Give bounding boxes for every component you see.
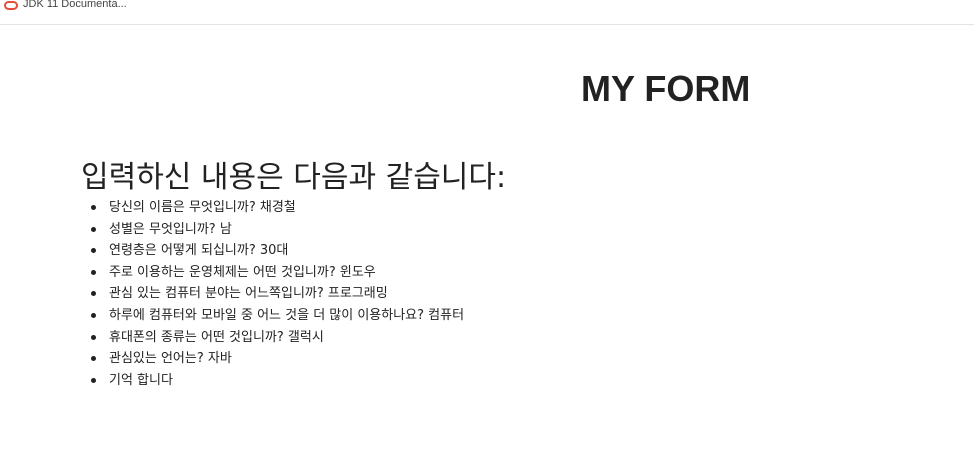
list-item: 휴대폰의 종류는 어떤 것입니까? 갤럭시 bbox=[89, 327, 464, 349]
bookmark-jdk11-docs[interactable]: JDK 11 Documenta... bbox=[4, 0, 127, 14]
result-list: 당신의 이름은 무엇입니까? 채경철 성별은 무엇입니까? 남 연령층은 어떻게… bbox=[89, 197, 464, 391]
list-item: 기억 합니다 bbox=[89, 370, 464, 392]
list-item-text: 기억 합니다 bbox=[109, 372, 173, 388]
list-item-text: 성별은 무엇입니까? 남 bbox=[109, 221, 232, 237]
list-item-text: 연령층은 어떻게 되십니까? 30대 bbox=[109, 243, 289, 259]
list-item: 하루에 컴퓨터와 모바일 중 어느 것을 더 많이 이용하나요? 컴퓨터 bbox=[89, 305, 464, 327]
list-item: 당신의 이름은 무엇입니까? 채경철 bbox=[89, 197, 464, 219]
list-item: 성별은 무엇입니까? 남 bbox=[89, 219, 464, 241]
bullet-icon bbox=[91, 248, 96, 254]
bookmark-label: JDK 11 Documenta... bbox=[23, 0, 127, 10]
bookmarks-bar: JDK 11 Documenta... bbox=[0, 0, 974, 25]
oracle-logo-icon bbox=[4, 1, 18, 10]
bullet-icon bbox=[91, 291, 96, 297]
bullet-icon bbox=[91, 356, 96, 362]
bullet-icon bbox=[91, 205, 96, 210]
list-item-text: 관심 있는 컴퓨터 분야는 어느쪽입니까? 프로그래밍 bbox=[109, 286, 388, 302]
bullet-icon bbox=[91, 226, 96, 232]
list-item: 관심있는 언어는? 자바 bbox=[89, 348, 464, 370]
list-item-text: 주로 이용하는 운영체제는 어떤 것입니까? 윈도우 bbox=[109, 264, 376, 280]
bullet-icon bbox=[91, 377, 96, 383]
bullet-icon bbox=[91, 334, 96, 340]
list-item: 주로 이용하는 운영체제는 어떤 것입니까? 윈도우 bbox=[89, 262, 464, 284]
page-title: MY FORM bbox=[581, 68, 751, 109]
list-item-text: 하루에 컴퓨터와 모바일 중 어느 것을 더 많이 이용하나요? 컴퓨터 bbox=[109, 307, 465, 323]
bullet-icon bbox=[91, 269, 96, 275]
list-item-text: 관심있는 언어는? 자바 bbox=[109, 351, 232, 367]
list-item: 관심 있는 컴퓨터 분야는 어느쪽입니까? 프로그래밍 bbox=[89, 283, 464, 305]
list-item: 연령층은 어떻게 되십니까? 30대 bbox=[89, 240, 464, 262]
list-item-text: 휴대폰의 종류는 어떤 것입니까? 갤럭시 bbox=[109, 329, 324, 345]
bullet-icon bbox=[91, 312, 96, 318]
result-heading: 입력하신 내용은 다음과 같습니다: bbox=[81, 160, 507, 195]
list-item-text: 당신의 이름은 무엇입니까? 채경철 bbox=[109, 200, 296, 215]
